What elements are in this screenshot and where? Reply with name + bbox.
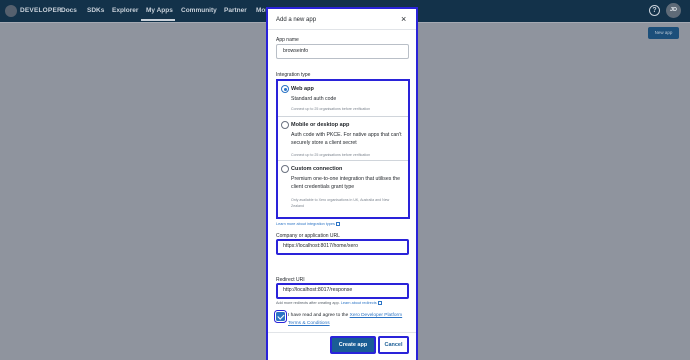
option-mobile-desktop[interactable]: Mobile or desktop app Auth code with PKC… bbox=[278, 117, 408, 161]
option-title: Web app bbox=[291, 86, 314, 92]
xero-logo-icon[interactable] bbox=[5, 5, 17, 17]
option-title: Custom connection bbox=[291, 166, 343, 172]
add-app-modal: Add a new app × App name browseinfo Inte… bbox=[266, 7, 418, 360]
app-name-input[interactable]: browseinfo bbox=[276, 44, 409, 59]
option-custom-connection[interactable]: Custom connection Premium one-to-one int… bbox=[278, 161, 408, 217]
nav-item-docs[interactable]: Docs bbox=[61, 7, 77, 14]
nav-item-my-apps[interactable]: My Apps bbox=[146, 7, 173, 14]
option-note: Connect up to 25 organisations before ve… bbox=[291, 107, 371, 111]
custom-connection-radio[interactable] bbox=[281, 165, 289, 173]
nav-item-explorer[interactable]: Explorer bbox=[112, 7, 138, 14]
cancel-button[interactable]: Cancel bbox=[378, 336, 409, 354]
external-link-icon bbox=[377, 301, 382, 305]
new-app-button[interactable]: New app bbox=[648, 27, 679, 39]
integration-types-link[interactable]: Learn more about integration types bbox=[276, 222, 340, 226]
company-url-input[interactable]: https://localhost:8017/home/xero bbox=[276, 239, 409, 255]
nav-item-sdks[interactable]: SDKs bbox=[87, 7, 104, 14]
terms-checkbox[interactable] bbox=[274, 310, 287, 323]
avatar[interactable]: JD bbox=[666, 3, 681, 18]
option-desc: Premium one-to-one integration that util… bbox=[291, 176, 400, 190]
app-name-label: App name bbox=[276, 37, 299, 43]
help-icon[interactable]: ? bbox=[649, 5, 660, 16]
option-desc: Standard auth code bbox=[291, 96, 337, 102]
modal-title: Add a new app bbox=[276, 17, 317, 23]
brand-label: DEVELOPER bbox=[20, 7, 62, 14]
nav-item-community[interactable]: Community bbox=[181, 7, 217, 14]
mobile-desktop-radio[interactable] bbox=[281, 121, 289, 129]
option-note: Connect up to 25 organisations before ve… bbox=[291, 153, 371, 157]
create-app-button[interactable]: Create app bbox=[330, 336, 376, 354]
integration-type-label: Integration type bbox=[276, 72, 311, 78]
footer-divider bbox=[268, 332, 416, 333]
modal-header: Add a new app × bbox=[268, 9, 416, 30]
external-link-icon bbox=[335, 222, 340, 226]
terms-agreement: I have read and agree to the Xero Develo… bbox=[288, 313, 403, 326]
redirect-hint: Add more redirects after creating app. L… bbox=[276, 301, 382, 305]
option-title: Mobile or desktop app bbox=[291, 122, 350, 128]
option-desc: Auth code with PKCE. For native apps tha… bbox=[291, 132, 402, 146]
nav-active-indicator bbox=[141, 19, 175, 21]
redirect-uri-input[interactable]: http://localhost:8017/response bbox=[276, 283, 409, 299]
nav-item-partner[interactable]: Partner bbox=[224, 7, 247, 14]
option-note: Only available to Xero organisations in … bbox=[291, 198, 390, 208]
redirects-link[interactable]: Learn about redirects bbox=[341, 301, 377, 305]
option-web-app[interactable]: Web app Standard auth code Connect up to… bbox=[278, 81, 408, 117]
web-app-radio[interactable] bbox=[281, 85, 289, 93]
integration-type-group: Web app Standard auth code Connect up to… bbox=[276, 79, 410, 219]
close-icon[interactable]: × bbox=[401, 14, 406, 24]
